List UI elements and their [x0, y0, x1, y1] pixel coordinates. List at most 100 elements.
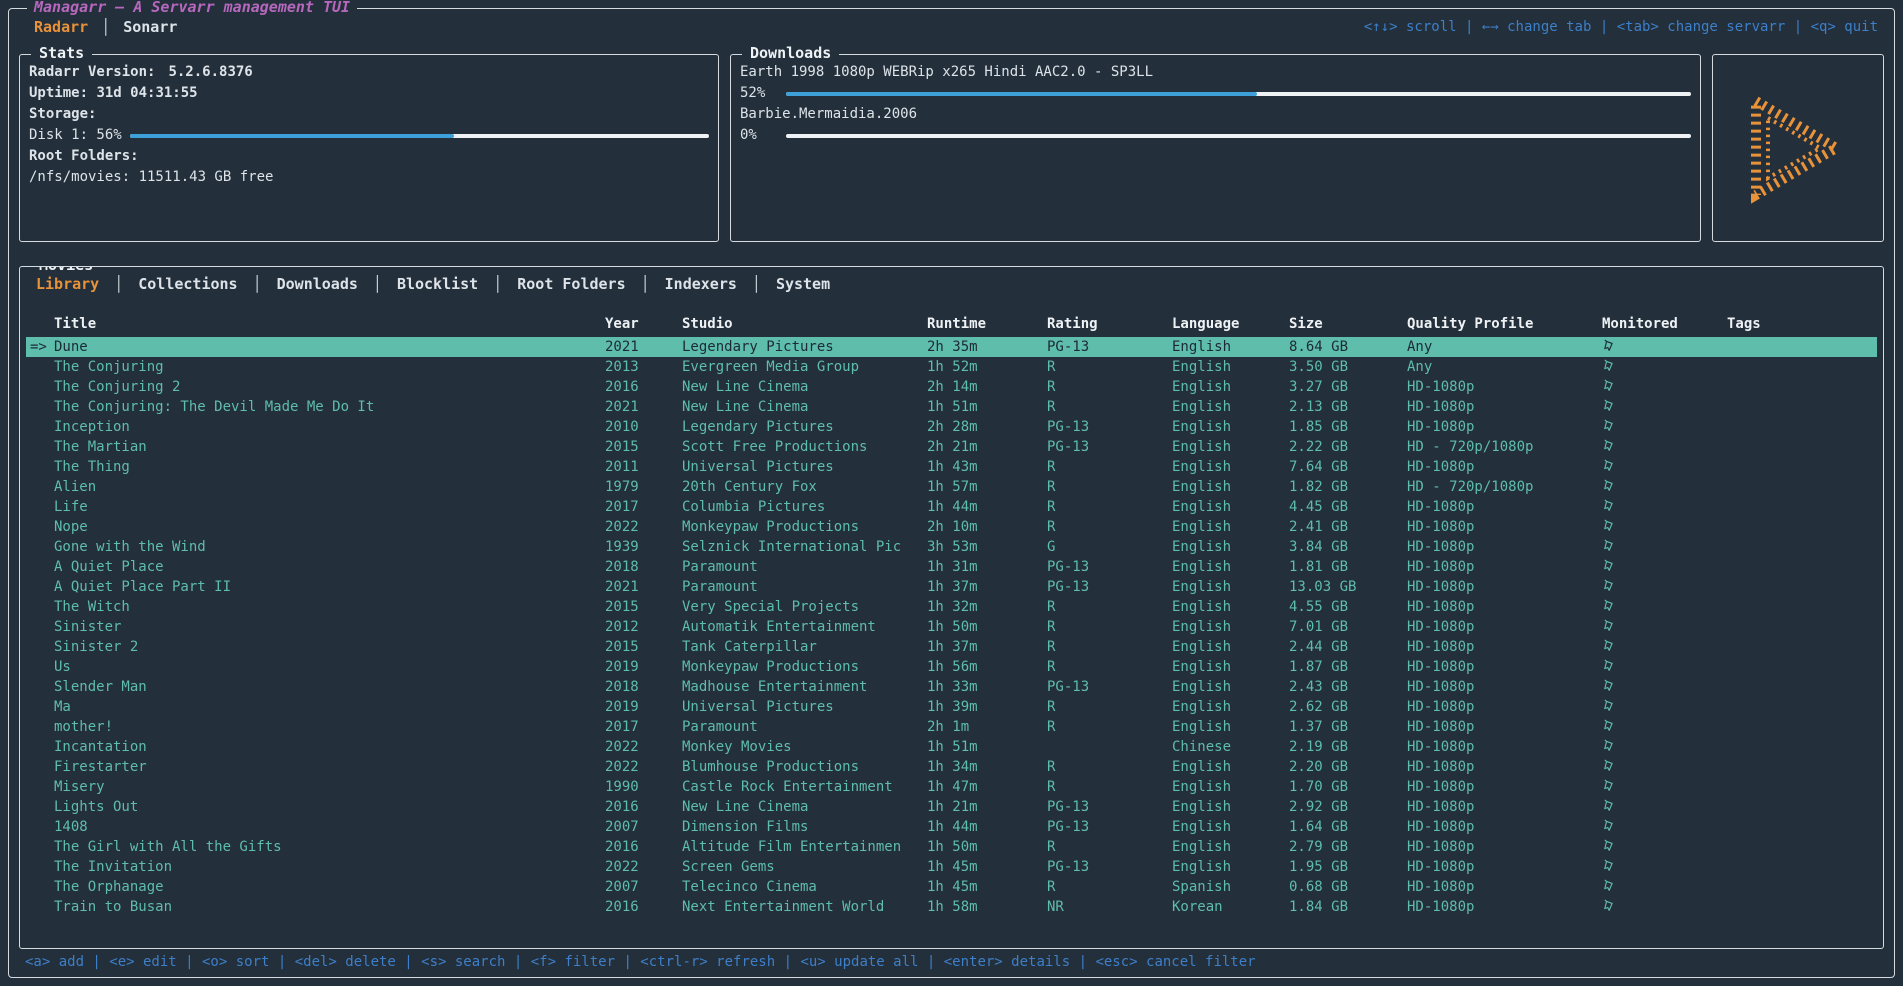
table-row[interactable]: Alien197920th Century Fox1h 57mREnglish1… [26, 477, 1877, 497]
movies-tab-collections[interactable]: Collections [123, 275, 252, 293]
cell-size: 7.01 GB [1289, 617, 1407, 637]
cell-rating: R [1047, 517, 1172, 537]
bookmark-icon [1602, 759, 1616, 775]
table-row[interactable]: Slender Man2018Madhouse Entertainment1h … [26, 677, 1877, 697]
download-progress-fill [786, 92, 1257, 96]
table-row[interactable]: The Witch2015Very Special Projects1h 32m… [26, 597, 1877, 617]
table-row[interactable]: Ma2019Universal Pictures1h 39mREnglish2.… [26, 697, 1877, 717]
table-row[interactable]: The Conjuring: The Devil Made Me Do It20… [26, 397, 1877, 417]
table-row[interactable]: The Invitation2022Screen Gems1h 45mPG-13… [26, 857, 1877, 877]
table-row[interactable]: The Martian2015Scott Free Productions2h … [26, 437, 1877, 457]
movies-panel-title: Movies [31, 266, 101, 274]
movies-tab-root-folders[interactable]: Root Folders [502, 275, 640, 293]
download-percent-label: 52% [740, 83, 778, 104]
column-header-quality-profile[interactable]: Quality Profile [1407, 314, 1602, 334]
downloads-list: Earth 1998 1080p WEBRip x265 Hindi AAC2.… [740, 62, 1691, 146]
column-header-runtime[interactable]: Runtime [927, 314, 1047, 334]
cell-year: 2007 [605, 877, 682, 897]
table-row[interactable]: Gone with the Wind1939Selznick Internati… [26, 537, 1877, 557]
cell-quality-profile: HD-1080p [1407, 857, 1602, 877]
cell-size: 1.87 GB [1289, 657, 1407, 677]
cell-title: Ma [54, 697, 605, 717]
cell-rating: NR [1047, 897, 1172, 917]
cell-language: English [1172, 497, 1289, 517]
cell-rating: R [1047, 477, 1172, 497]
table-row[interactable]: Us2019Monkeypaw Productions1h 56mREnglis… [26, 657, 1877, 677]
cell-title: A Quiet Place Part II [54, 577, 605, 597]
cell-quality-profile: HD-1080p [1407, 497, 1602, 517]
uptime-value: 31d 04:31:55 [96, 85, 197, 101]
table-row[interactable]: 14082007Dimension Films1h 44mPG-13Englis… [26, 817, 1877, 837]
cell-title: The Martian [54, 437, 605, 457]
table-row[interactable]: Sinister2012Automatik Entertainment1h 50… [26, 617, 1877, 637]
movies-tab-indexers[interactable]: Indexers [650, 275, 752, 293]
cell-runtime: 1h 47m [927, 777, 1047, 797]
movies-tab-blocklist[interactable]: Blocklist [382, 275, 493, 293]
table-row[interactable]: =>Dune2021Legendary Pictures2h 35mPG-13E… [26, 337, 1877, 357]
table-row[interactable]: Lights Out2016New Line Cinema1h 21mPG-13… [26, 797, 1877, 817]
managarr-logo-icon [1732, 85, 1864, 211]
top-panels-row: Stats Radarr Version:5.2.6.8376 Uptime: … [19, 54, 1884, 242]
table-row[interactable]: The Orphanage2007Telecinco Cinema1h 45mR… [26, 877, 1877, 897]
table-row[interactable]: Misery1990Castle Rock Entertainment1h 47… [26, 777, 1877, 797]
cell-runtime: 1h 32m [927, 597, 1047, 617]
bookmark-icon [1602, 459, 1616, 475]
bookmark-icon [1602, 739, 1616, 755]
servarr-tab-sonarr[interactable]: Sonarr [110, 18, 190, 36]
cell-rating: R [1047, 697, 1172, 717]
table-row[interactable]: Inception2010Legendary Pictures2h 28mPG-… [26, 417, 1877, 437]
cell-runtime: 1h 58m [927, 897, 1047, 917]
cell-size: 4.45 GB [1289, 497, 1407, 517]
cell-studio: New Line Cinema [682, 797, 927, 817]
movies-tab-downloads[interactable]: Downloads [262, 275, 373, 293]
column-header-rating[interactable]: Rating [1047, 314, 1172, 334]
servarr-tab-radarr[interactable]: Radarr [21, 18, 101, 36]
table-row[interactable]: A Quiet Place2018Paramount1h 31mPG-13Eng… [26, 557, 1877, 577]
column-header-year[interactable]: Year [605, 314, 682, 334]
table-row[interactable]: Incantation2022Monkey Movies1h 51mChines… [26, 737, 1877, 757]
column-header-language[interactable]: Language [1172, 314, 1289, 334]
cell-year: 2010 [605, 417, 682, 437]
column-header-monitored[interactable]: Monitored [1602, 314, 1727, 334]
cell-quality-profile: HD-1080p [1407, 817, 1602, 837]
radarr-version-label: Radarr Version: [29, 64, 155, 80]
cell-year: 1979 [605, 477, 682, 497]
table-row[interactable]: Firestarter2022Blumhouse Productions1h 3… [26, 757, 1877, 777]
table-row[interactable]: The Girl with All the Gifts2016Altitude … [26, 837, 1877, 857]
cell-year: 1939 [605, 537, 682, 557]
cell-rating: R [1047, 357, 1172, 377]
table-row[interactable]: Nope2022Monkeypaw Productions2h 10mREngl… [26, 517, 1877, 537]
table-row[interactable]: A Quiet Place Part II2021Paramount1h 37m… [26, 577, 1877, 597]
table-row[interactable]: mother!2017Paramount2h 1mREnglish1.37 GB… [26, 717, 1877, 737]
table-row[interactable]: Life2017Columbia Pictures1h 44mREnglish4… [26, 497, 1877, 517]
cell-language: English [1172, 537, 1289, 557]
cell-language: English [1172, 817, 1289, 837]
cell-size: 2.22 GB [1289, 437, 1407, 457]
download-percent-label: 0% [740, 125, 778, 146]
cell-runtime: 1h 51m [927, 397, 1047, 417]
cell-size: 3.50 GB [1289, 357, 1407, 377]
table-row[interactable]: The Conjuring2013Evergreen Media Group1h… [26, 357, 1877, 377]
column-header-tags[interactable]: Tags [1727, 314, 1877, 334]
cell-studio: Legendary Pictures [682, 417, 927, 437]
cell-language: Korean [1172, 897, 1289, 917]
bookmark-icon [1602, 779, 1616, 795]
table-row[interactable]: Train to Busan2016Next Entertainment Wor… [26, 897, 1877, 917]
bookmark-icon [1602, 439, 1616, 455]
app-title: Managarr – A Servarr management TUI [27, 0, 357, 16]
tab-separator: │ [114, 275, 123, 293]
movies-tab-system[interactable]: System [761, 275, 845, 293]
cell-size: 7.64 GB [1289, 457, 1407, 477]
table-row[interactable]: The Conjuring 22016New Line Cinema2h 14m… [26, 377, 1877, 397]
cell-rating: PG-13 [1047, 677, 1172, 697]
column-header-studio[interactable]: Studio [682, 314, 927, 334]
table-row[interactable]: The Thing2011Universal Pictures1h 43mREn… [26, 457, 1877, 477]
movies-tab-library[interactable]: Library [30, 275, 114, 293]
cell-language: English [1172, 377, 1289, 397]
table-row[interactable]: Sinister 22015Tank Caterpillar1h 37mREng… [26, 637, 1877, 657]
bookmark-icon [1602, 679, 1616, 695]
cell-title: The Invitation [54, 857, 605, 877]
cell-quality-profile: HD-1080p [1407, 697, 1602, 717]
column-header-title[interactable]: Title [54, 314, 605, 334]
column-header-size[interactable]: Size [1289, 314, 1407, 334]
